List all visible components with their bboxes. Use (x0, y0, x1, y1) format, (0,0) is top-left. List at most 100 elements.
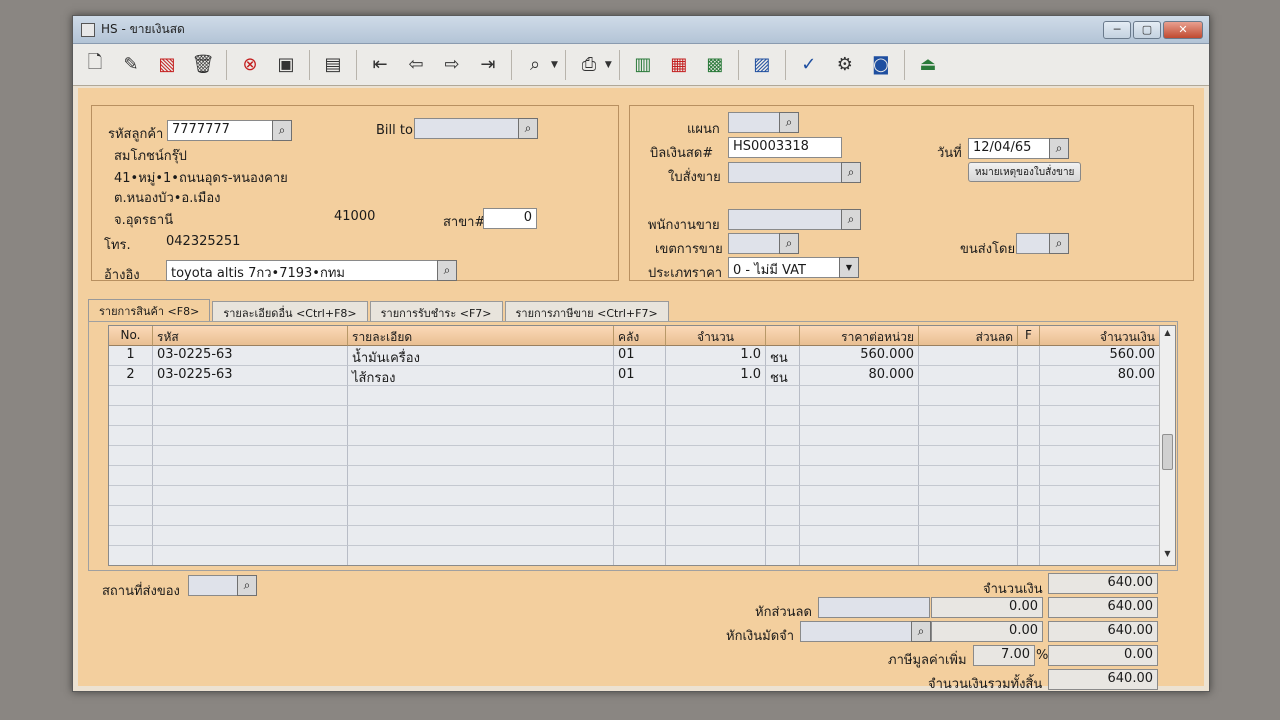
cell-unit[interactable] (766, 466, 800, 486)
last-icon[interactable]: ⇥ (472, 49, 504, 81)
table-row[interactable]: 2 03-0225-63 ไส้กรอง 01 1.0 ชน 80.000 80.00 (109, 366, 1175, 386)
cell-quantity[interactable]: 1.0 (666, 366, 766, 386)
cell-description[interactable] (348, 386, 614, 406)
col-quantity[interactable]: จำนวน (666, 326, 766, 346)
table-scrollbar[interactable]: ▲ ▼ (1159, 326, 1175, 565)
table-row[interactable] (109, 466, 1175, 486)
table-row[interactable] (109, 446, 1175, 466)
cell-amount[interactable] (1040, 406, 1160, 426)
table-row[interactable] (109, 486, 1175, 506)
cell-unit[interactable]: ชน (766, 366, 800, 386)
customer-search-icon[interactable]: ⌕ (272, 120, 292, 141)
date-picker-icon[interactable]: ⌕ (1049, 138, 1069, 159)
cell-unit-price[interactable] (800, 426, 919, 446)
cell-warehouse[interactable] (614, 466, 666, 486)
cell-code[interactable] (153, 386, 348, 406)
cell-discount[interactable] (919, 406, 1018, 426)
table-row[interactable] (109, 526, 1175, 546)
salesman-field[interactable] (728, 209, 842, 230)
billto-search-icon[interactable]: ⌕ (518, 118, 538, 139)
next-icon[interactable]: ⇨ (436, 49, 468, 81)
cell-no[interactable] (109, 446, 153, 466)
cell-flag[interactable] (1018, 526, 1040, 546)
scroll-thumb[interactable] (1162, 434, 1173, 470)
export-icon[interactable]: ▦ (663, 49, 695, 81)
price-type-select[interactable]: 0 - ไม่มี VAT (728, 257, 840, 278)
cell-flag[interactable] (1018, 426, 1040, 446)
cell-code[interactable]: 03-0225-63 (153, 346, 348, 366)
cell-flag[interactable] (1018, 486, 1040, 506)
sales-area-search-icon[interactable]: ⌕ (779, 233, 799, 254)
cell-warehouse[interactable]: 01 (614, 346, 666, 366)
cell-code[interactable] (153, 406, 348, 426)
save-icon[interactable]: ▣ (270, 49, 302, 81)
cell-description[interactable] (348, 426, 614, 446)
cell-quantity[interactable]: 1.0 (666, 346, 766, 366)
tab-sales-tax[interactable]: รายการภาษีขาย <Ctrl+F7> (504, 301, 669, 321)
cell-no[interactable] (109, 546, 153, 565)
cell-flag[interactable] (1018, 466, 1040, 486)
cell-unit[interactable] (766, 386, 800, 406)
calc-icon[interactable]: ▨ (746, 49, 778, 81)
cell-quantity[interactable] (666, 466, 766, 486)
cell-unit[interactable] (766, 426, 800, 446)
delivery-place-field[interactable] (188, 575, 238, 596)
cell-amount[interactable] (1040, 466, 1160, 486)
billto-field[interactable] (414, 118, 520, 139)
cell-warehouse[interactable] (614, 446, 666, 466)
tools-icon[interactable]: ⚙ (829, 49, 861, 81)
deposit-doc-field[interactable] (800, 621, 912, 642)
cell-no[interactable] (109, 486, 153, 506)
col-amount[interactable]: จำนวนเงิน (1040, 326, 1160, 346)
cell-discount[interactable] (919, 426, 1018, 446)
first-icon[interactable]: ⇤ (364, 49, 396, 81)
cell-unit-price[interactable] (800, 466, 919, 486)
maximize-button[interactable]: ▢ (1133, 20, 1161, 39)
cell-warehouse[interactable] (614, 546, 666, 565)
cell-unit[interactable] (766, 526, 800, 546)
col-no[interactable]: No. (109, 326, 153, 346)
cell-unit[interactable] (766, 406, 800, 426)
cell-amount[interactable]: 560.00 (1040, 346, 1160, 366)
department-field[interactable] (728, 112, 780, 133)
cell-code[interactable] (153, 426, 348, 446)
table-row[interactable] (109, 406, 1175, 426)
delivery-place-search-icon[interactable]: ⌕ (237, 575, 257, 596)
cell-unit-price[interactable] (800, 486, 919, 506)
cell-amount[interactable]: 80.00 (1040, 366, 1160, 386)
cell-flag[interactable] (1018, 506, 1040, 526)
print-icon[interactable]: ⎙ (573, 49, 605, 81)
cell-amount[interactable] (1040, 486, 1160, 506)
find-dropdown-icon[interactable]: ▼ (551, 60, 558, 70)
cell-discount[interactable] (919, 366, 1018, 386)
cell-discount[interactable] (919, 526, 1018, 546)
scroll-up-icon[interactable]: ▲ (1160, 328, 1175, 342)
cell-amount[interactable] (1040, 446, 1160, 466)
cell-discount[interactable] (919, 466, 1018, 486)
preview-icon[interactable]: ▥ (627, 49, 659, 81)
deposit-search-icon[interactable]: ⌕ (911, 621, 931, 642)
cell-amount[interactable] (1040, 386, 1160, 406)
new-icon[interactable]: 🗋 (79, 49, 111, 81)
cell-no[interactable] (109, 386, 153, 406)
cell-warehouse[interactable] (614, 386, 666, 406)
discount-text-field[interactable] (818, 597, 930, 618)
cell-unit-price[interactable] (800, 546, 919, 565)
cell-flag[interactable] (1018, 406, 1040, 426)
col-unit[interactable] (766, 326, 800, 346)
cell-code[interactable] (153, 486, 348, 506)
tab-payments[interactable]: รายการรับชำระ <F7> (369, 301, 503, 321)
cell-unit[interactable] (766, 486, 800, 506)
cell-discount[interactable] (919, 546, 1018, 565)
cell-unit-price[interactable] (800, 446, 919, 466)
cell-unit[interactable]: ชน (766, 346, 800, 366)
cell-code[interactable] (153, 446, 348, 466)
cell-discount[interactable] (919, 446, 1018, 466)
tab-items[interactable]: รายการสินค้า <F8> (88, 299, 211, 321)
cell-discount[interactable] (919, 346, 1018, 366)
cell-unit-price[interactable] (800, 386, 919, 406)
cell-unit-price[interactable]: 80.000 (800, 366, 919, 386)
cell-code[interactable] (153, 546, 348, 565)
bill-no-field[interactable]: HS0003318 (728, 137, 842, 158)
cell-code[interactable]: 03-0225-63 (153, 366, 348, 386)
